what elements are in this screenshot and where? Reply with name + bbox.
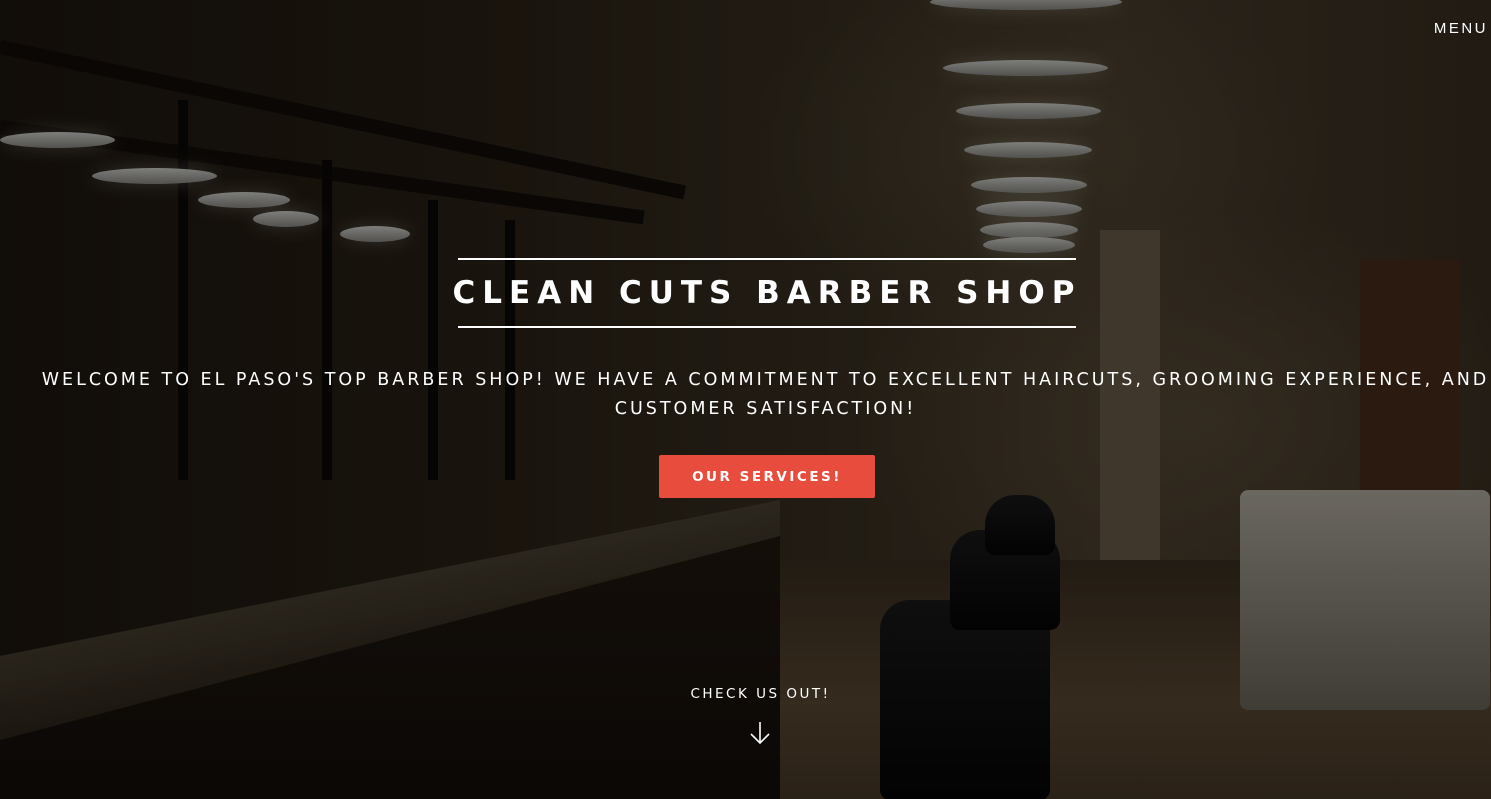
title-frame: CLEAN CUTS BARBER SHOP: [453, 258, 1076, 328]
hero-subtitle: WELCOME TO EL PASO'S TOP BARBER SHOP! WE…: [41, 370, 1490, 419]
page-title: CLEAN CUTS BARBER SHOP: [452, 275, 1082, 311]
arrow-down-icon[interactable]: [748, 720, 772, 746]
our-services-button[interactable]: OUR SERVICES!: [659, 455, 875, 498]
menu-button[interactable]: MENU: [1434, 20, 1488, 37]
hero-section: MENU CLEAN CUTS BARBER SHOP WELCOME TO E…: [0, 0, 1491, 799]
scroll-label[interactable]: CHECK US OUT!: [0, 686, 1491, 702]
